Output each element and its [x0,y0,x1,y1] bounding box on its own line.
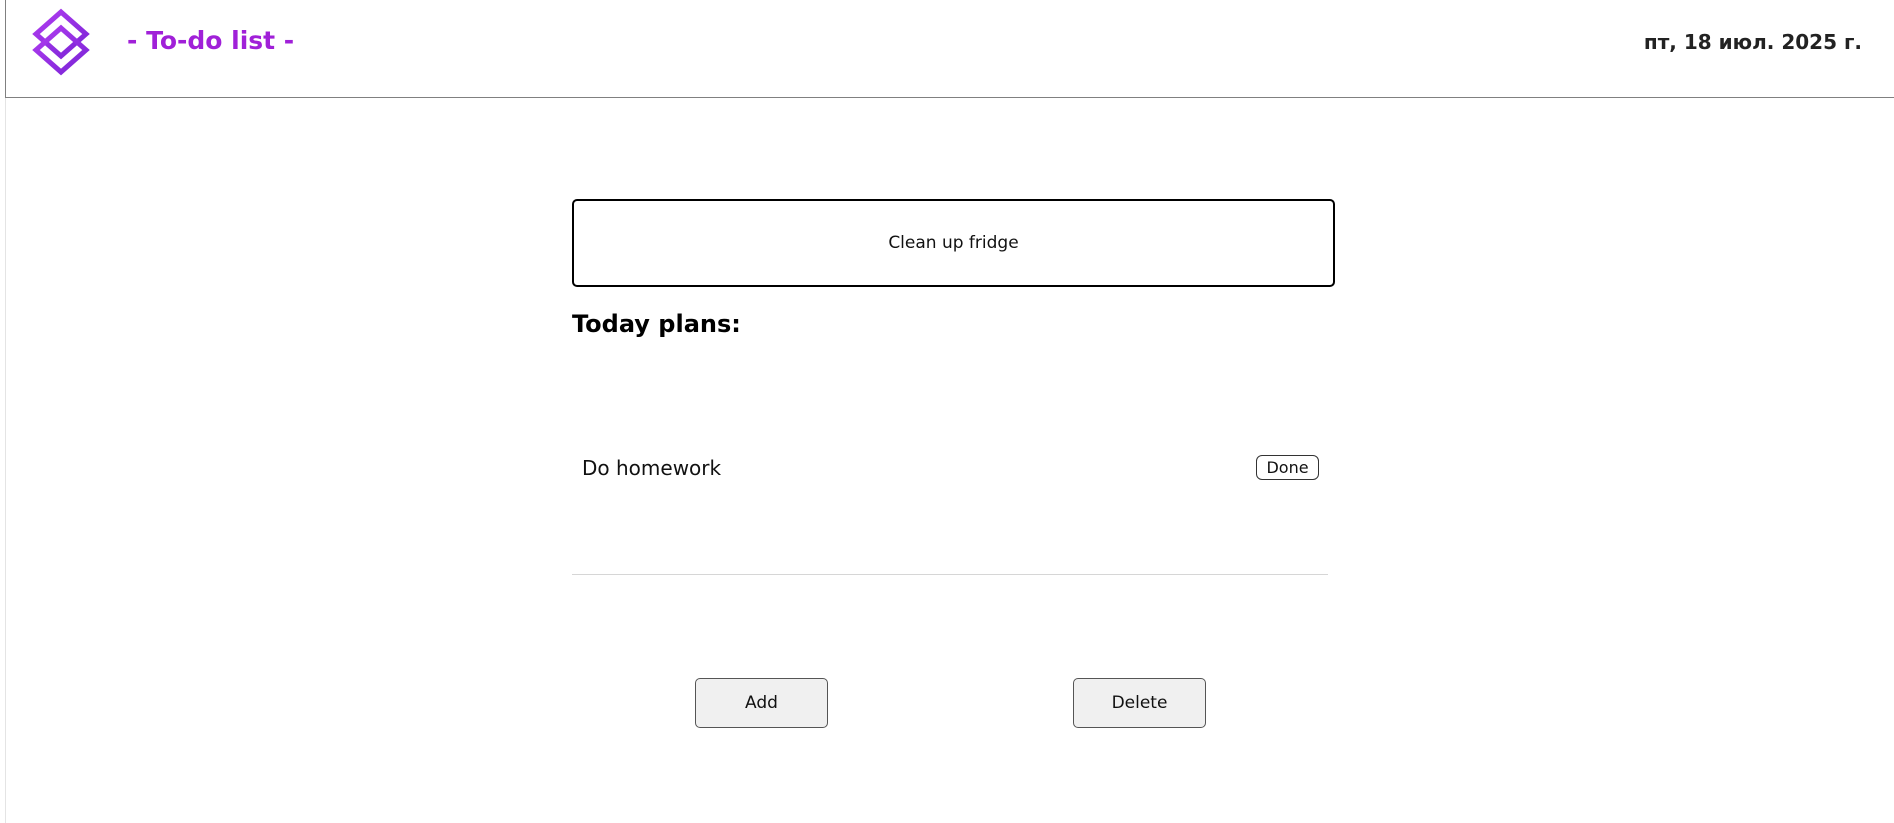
task-label: Do homework [582,456,722,480]
delete-button[interactable]: Delete [1073,678,1206,728]
left-edge-divider [5,0,6,823]
new-task-input[interactable] [572,199,1335,287]
done-button[interactable]: Done [1256,455,1319,480]
list-divider [572,574,1328,575]
diamond-logo-icon [32,8,90,76]
app-title: - To-do list - [127,26,295,55]
task-list-item: Do homework Done [572,438,1328,498]
section-title: Today plans: [572,310,741,338]
current-date: пт, 18 июл. 2025 г. [1643,30,1862,54]
add-button[interactable]: Add [695,678,828,728]
app-header: - To-do list - пт, 18 июл. 2025 г. [5,0,1894,98]
app-page: - To-do list - пт, 18 июл. 2025 г. Today… [0,0,1894,823]
